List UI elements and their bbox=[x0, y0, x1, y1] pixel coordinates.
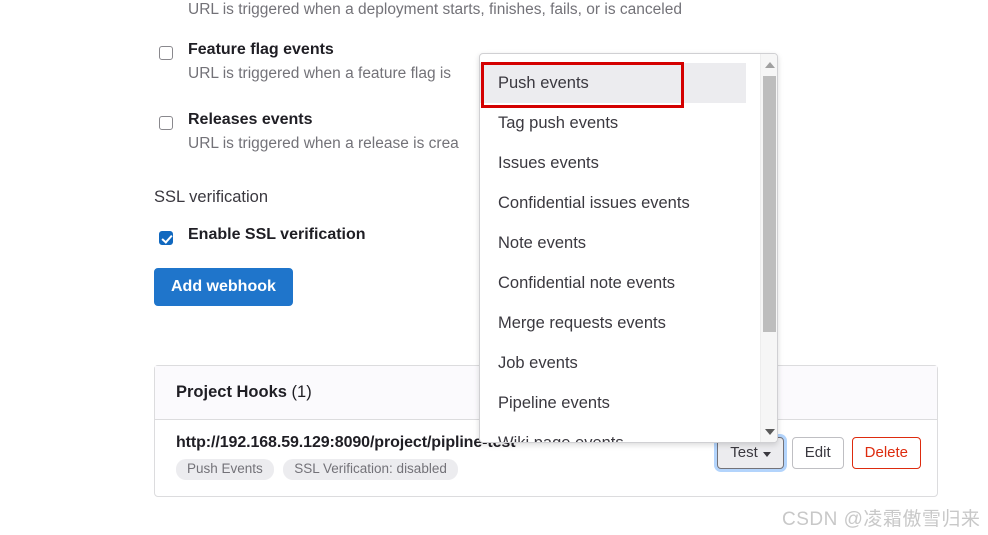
releases-events-label: Releases events bbox=[188, 111, 313, 129]
add-webhook-button[interactable]: Add webhook bbox=[154, 268, 293, 306]
project-hooks-count: (1) bbox=[292, 383, 312, 401]
dropdown-item-note-events[interactable]: Note events bbox=[480, 223, 746, 263]
edit-button[interactable]: Edit bbox=[792, 437, 844, 469]
dropdown-item-pipeline-events[interactable]: Pipeline events bbox=[480, 383, 746, 423]
scrollbar-thumb[interactable] bbox=[763, 76, 776, 332]
badge-push-events: Push Events bbox=[176, 459, 274, 480]
enable-ssl-verification-label: Enable SSL verification bbox=[188, 226, 366, 244]
watermark-text: CSDN @凌霜傲雪归来 bbox=[782, 504, 980, 531]
dropdown-item-tag-push-events[interactable]: Tag push events bbox=[480, 103, 746, 143]
dropdown-item-job-events[interactable]: Job events bbox=[480, 343, 746, 383]
triangle-up-icon[interactable] bbox=[761, 56, 778, 73]
ssl-verification-section-title: SSL verification bbox=[154, 188, 268, 207]
deployment-events-description: URL is triggered when a deployment start… bbox=[188, 0, 682, 21]
feature-flag-events-checkbox[interactable] bbox=[159, 46, 173, 60]
delete-button[interactable]: Delete bbox=[852, 437, 921, 469]
releases-events-checkbox[interactable] bbox=[159, 116, 173, 130]
dropdown-item-wiki-page-events[interactable]: Wiki page events bbox=[480, 423, 746, 443]
feature-flag-events-label: Feature flag events bbox=[188, 41, 334, 59]
dropdown-item-push-events[interactable]: Push events bbox=[480, 63, 746, 103]
dropdown-item-issues-events[interactable]: Issues events bbox=[480, 143, 746, 183]
dropdown-item-confidential-issues-events[interactable]: Confidential issues events bbox=[480, 183, 746, 223]
enable-ssl-verification-checkbox[interactable] bbox=[159, 231, 173, 245]
feature-flag-events-help: URL is triggered when a feature flag is bbox=[188, 65, 451, 83]
test-events-dropdown-menu[interactable]: Push events Tag push events Issues event… bbox=[479, 53, 778, 443]
badge-ssl-verification: SSL Verification: disabled bbox=[283, 459, 458, 480]
project-hooks-title-text: Project Hooks bbox=[176, 383, 287, 401]
releases-events-help: URL is triggered when a release is crea bbox=[188, 135, 459, 153]
dropdown-item-confidential-note-events[interactable]: Confidential note events bbox=[480, 263, 746, 303]
project-hooks-title: Project Hooks (1) bbox=[176, 383, 312, 402]
chevron-down-icon bbox=[763, 452, 771, 457]
dropdown-item-merge-requests-events[interactable]: Merge requests events bbox=[480, 303, 746, 343]
dropdown-item-list: Push events Tag push events Issues event… bbox=[480, 54, 746, 443]
triangle-down-icon[interactable] bbox=[761, 423, 778, 440]
dropdown-scrollbar[interactable] bbox=[760, 54, 777, 442]
